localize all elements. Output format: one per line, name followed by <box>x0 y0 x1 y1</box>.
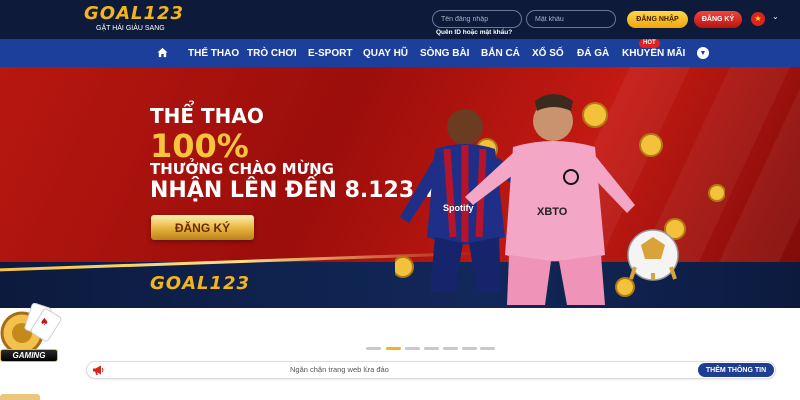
home-icon[interactable] <box>157 47 168 58</box>
carousel-dot[interactable] <box>480 347 495 350</box>
gold-coin <box>639 133 663 157</box>
banner-register-button[interactable]: ĐĂNG KÝ <box>151 215 254 240</box>
nav-item-casino[interactable]: SÒNG BÀI <box>420 39 469 67</box>
nav-item-fishing[interactable]: BẮN CÁ <box>481 39 520 67</box>
carousel-dot-active[interactable] <box>386 347 401 350</box>
carousel-dot[interactable] <box>366 347 381 350</box>
site-logo[interactable]: GOAL123 GẶT HÁI GIÀU SANG <box>84 4 183 34</box>
banner-logo: GOAL123 <box>150 273 251 294</box>
jersey-sponsor-spotify: Spotify <box>443 203 474 213</box>
logo-slogan: GẶT HÁI GIÀU SANG <box>96 25 165 32</box>
gold-coin <box>582 102 608 128</box>
nav-item-games[interactable]: TRÒ CHƠI <box>247 39 297 67</box>
gold-coin <box>395 256 414 278</box>
carousel-dot[interactable] <box>405 347 420 350</box>
login-button[interactable]: ĐĂNG NHẬP <box>627 11 688 28</box>
notice-bar <box>86 361 776 379</box>
nav-more-chevron-icon[interactable]: ▼ <box>697 47 709 59</box>
vietnam-flag-icon[interactable]: ★ <box>751 12 765 26</box>
more-info-button[interactable]: THÊM THÔNG TIN <box>698 363 774 377</box>
football-icon <box>627 229 679 281</box>
nav-item-cockfight[interactable]: ĐÁ GÀ <box>577 39 609 67</box>
top-header: GOAL123 GẶT HÁI GIÀU SANG Quên ID hoặc m… <box>0 0 800 39</box>
megaphone-icon <box>93 365 104 375</box>
nav-item-slots[interactable]: QUAY HŨ <box>363 39 408 67</box>
nav-item-sports[interactable]: THỂ THAO <box>188 39 239 67</box>
register-button[interactable]: ĐĂNG KÝ <box>694 11 742 28</box>
carousel-dot[interactable] <box>424 347 439 350</box>
gaming-widget-label[interactable]: GAMING <box>0 349 58 362</box>
banner-heading-sports: THỂ THAO <box>150 104 264 128</box>
banner-welcome-bonus: THƯỞNG CHÀO MỪNG <box>150 160 334 178</box>
gold-coin <box>708 184 725 202</box>
gold-coin <box>615 277 635 297</box>
username-input[interactable] <box>432 10 522 28</box>
main-nav: THỂ THAO TRÒ CHƠI E-SPORT QUAY HŨ SÒNG B… <box>0 39 800 67</box>
logo-wordmark: GOAL123 <box>84 3 185 24</box>
svg-text:♠: ♠ <box>40 317 49 328</box>
football-players-illustration: Spotify XBTO <box>395 94 725 305</box>
forgot-credentials-link[interactable]: Quên ID hoặc mật khẩu? <box>436 29 512 36</box>
carousel-dot[interactable] <box>443 347 458 350</box>
bottom-decor <box>0 394 40 400</box>
password-input[interactable] <box>526 10 616 28</box>
carousel-dot[interactable] <box>462 347 477 350</box>
hot-badge: HOT <box>639 39 660 48</box>
chevron-down-icon[interactable]: ⌄ <box>772 12 779 21</box>
jersey-sponsor-xbto: XBTO <box>537 206 568 218</box>
notice-text: Ngăn chặn trang web lừa đảo <box>290 365 389 374</box>
nav-item-esport[interactable]: E-SPORT <box>308 39 352 67</box>
nav-item-lottery[interactable]: XỔ SỐ <box>532 39 564 67</box>
